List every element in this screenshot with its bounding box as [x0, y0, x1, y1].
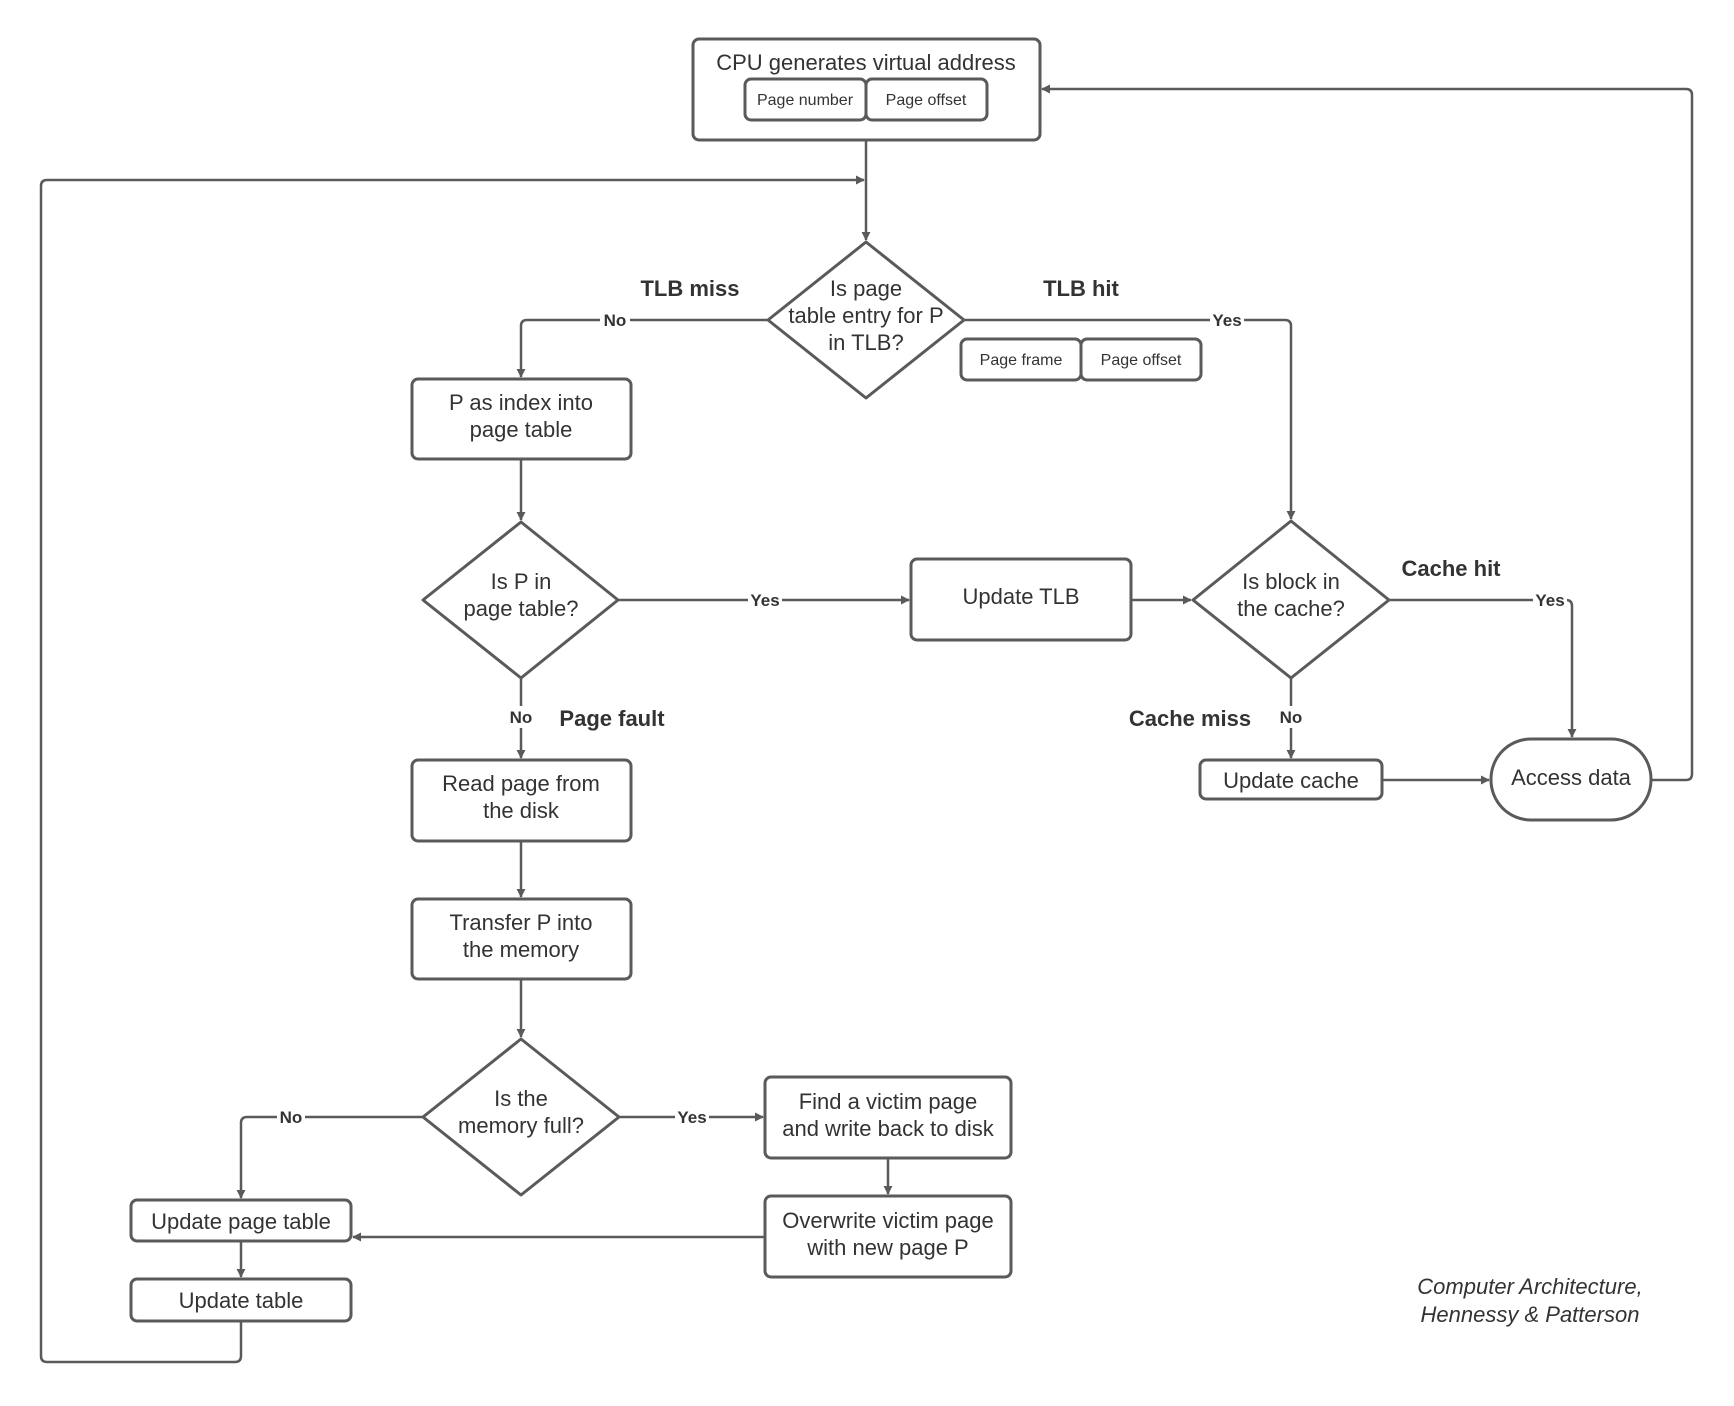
node-p-as-index[interactable]: P as index into page table: [410, 377, 633, 461]
edge-label-cache-no: No: [1280, 708, 1303, 727]
field-page-number-label: Page number: [757, 92, 854, 109]
flowchart: No Yes Yes Yes No No No Yes TLB miss TLB…: [39, 37, 1694, 1364]
annotation-cache-miss: Cache miss: [1129, 706, 1251, 731]
caption-line-1: Computer Architecture,: [1417, 1274, 1642, 1299]
edge-mem-no: [236, 1115, 423, 1199]
edge-label-tlb-no: No: [604, 311, 627, 330]
tlb-check-line-3: in TLB?: [828, 330, 903, 355]
caption-line-2: Hennessy & Patterson: [1421, 1302, 1640, 1327]
field-page-frame-label: Page frame: [980, 352, 1063, 369]
annotation-page-fault: Page fault: [559, 706, 665, 731]
node-update-table[interactable]: Update table: [129, 1277, 353, 1323]
transfer-line-1: Transfer P into: [449, 910, 592, 935]
p-index-line-2: page table: [470, 417, 573, 442]
node-page-table-check[interactable]: Is P in page table?: [421, 520, 620, 680]
annotation-tlb-hit: TLB hit: [1043, 276, 1119, 301]
field-tlb-page-offset-label: Page offset: [1101, 352, 1182, 369]
node-tlb-check[interactable]: Is page table entry for P in TLB?: [766, 240, 966, 400]
find-victim-line-1: Find a victim page: [799, 1089, 978, 1114]
annotation-cache-hit: Cache hit: [1401, 556, 1501, 581]
node-access-data[interactable]: Access data: [1489, 737, 1653, 822]
edge-access-to-cpu: [1041, 84, 1694, 782]
node-read-page[interactable]: Read page from the disk: [410, 758, 633, 843]
cache-check-line-1: Is block in: [1242, 569, 1340, 594]
edge-tlb-no: [516, 318, 768, 378]
node-find-victim[interactable]: Find a victim page and write back to dis…: [763, 1075, 1013, 1160]
node-cache-check[interactable]: Is block in the cache?: [1191, 519, 1391, 680]
cache-check-line-2: the cache?: [1237, 596, 1345, 621]
node-cpu-generates-address[interactable]: CPU generates virtual address Page numbe…: [691, 37, 1042, 142]
update-table-label: Update table: [179, 1288, 304, 1313]
tlb-check-line-2: table entry for P: [788, 303, 943, 328]
node-transfer-to-memory[interactable]: Transfer P into the memory: [410, 897, 633, 981]
transfer-line-2: the memory: [463, 937, 579, 962]
read-page-line-1: Read page from: [442, 771, 600, 796]
update-tlb-label: Update TLB: [962, 584, 1079, 609]
tlb-check-line-1: Is page: [830, 276, 902, 301]
node-overwrite-victim[interactable]: Overwrite victim page with new page P: [763, 1194, 1013, 1279]
cpu-label: CPU generates virtual address: [716, 50, 1016, 75]
edge-label-mem-yes: Yes: [677, 1108, 706, 1127]
update-pt-label: Update page table: [151, 1209, 331, 1234]
node-update-cache[interactable]: Update cache: [1198, 758, 1384, 801]
node-update-page-table[interactable]: Update page table: [129, 1198, 353, 1243]
read-page-line-2: the disk: [483, 798, 560, 823]
overwrite-line-2: with new page P: [806, 1235, 968, 1260]
edge-label-cache-yes: Yes: [1535, 591, 1564, 610]
tlb-output-fields: Page frame Page offset: [959, 337, 1203, 382]
mem-full-line-1: Is the: [494, 1086, 548, 1111]
caption: Computer Architecture, Hennessy & Patter…: [1417, 1274, 1642, 1327]
node-memory-full-check[interactable]: Is the memory full?: [421, 1037, 621, 1197]
access-data-label: Access data: [1511, 765, 1632, 790]
edge-label-tlb-yes: Yes: [1212, 311, 1241, 330]
pt-check-line-2: page table?: [464, 596, 579, 621]
mem-full-line-2: memory full?: [458, 1113, 584, 1138]
edge-label-pt-no: No: [510, 708, 533, 727]
node-update-tlb[interactable]: Update TLB: [909, 557, 1133, 642]
edge-label-mem-no: No: [280, 1108, 303, 1127]
overwrite-line-1: Overwrite victim page: [782, 1208, 994, 1233]
find-victim-line-2: and write back to disk: [782, 1116, 995, 1141]
field-page-offset-label: Page offset: [886, 92, 967, 109]
edge-label-pt-yes: Yes: [750, 591, 779, 610]
pt-check-line-1: Is P in: [491, 569, 552, 594]
annotation-tlb-miss: TLB miss: [640, 276, 739, 301]
edge-cache-yes: [1389, 598, 1577, 738]
update-cache-label: Update cache: [1223, 768, 1359, 793]
p-index-line-1: P as index into: [449, 390, 593, 415]
